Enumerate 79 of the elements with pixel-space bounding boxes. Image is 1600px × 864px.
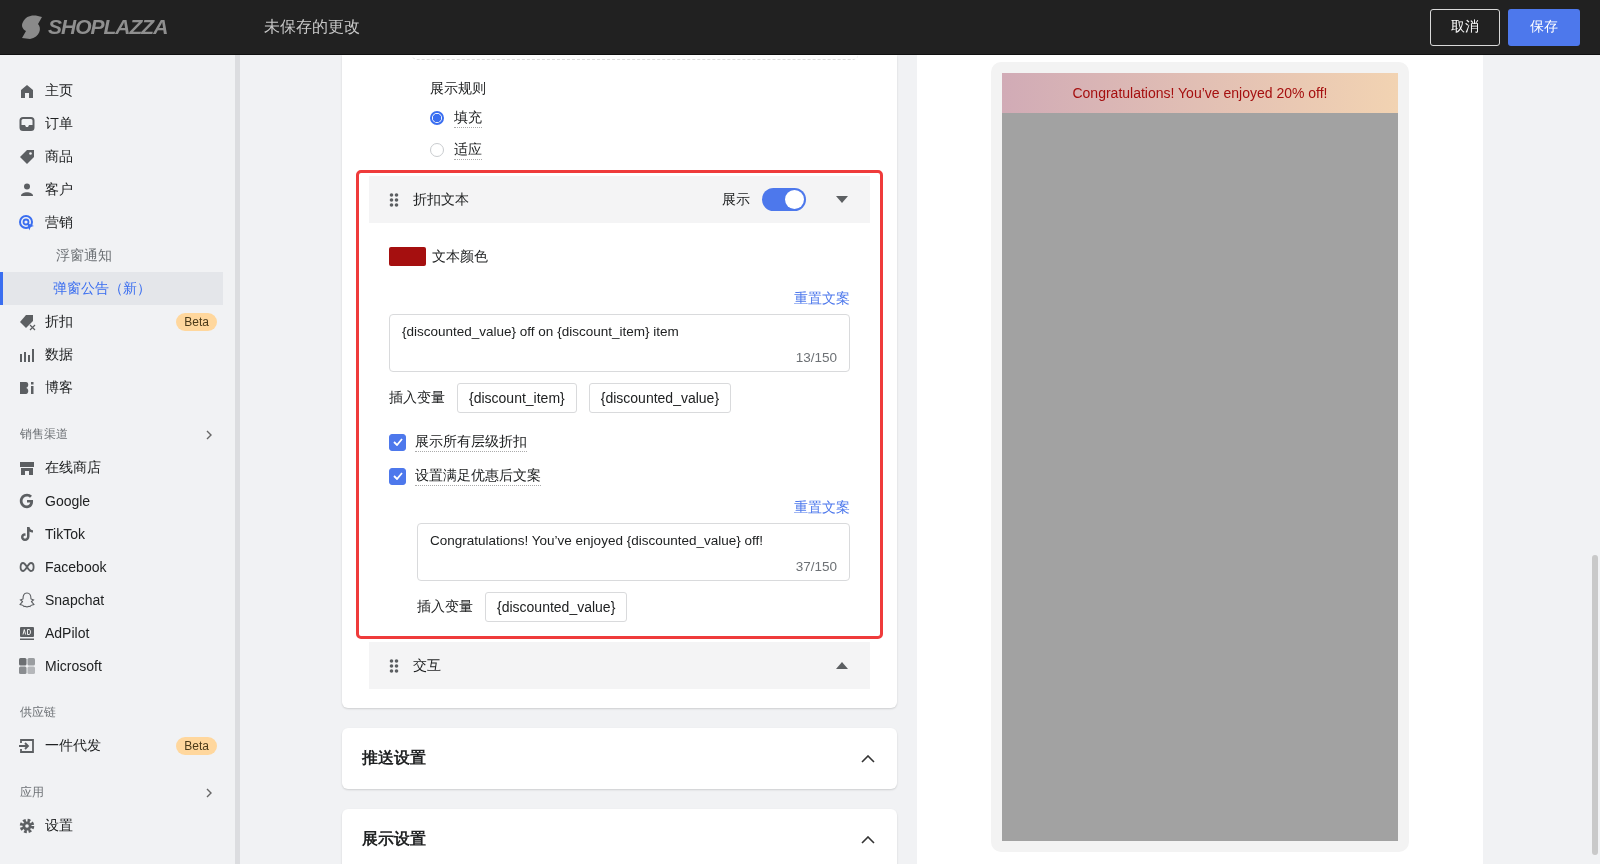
card-title: 展示设置 [362, 829, 426, 849]
nav-item[interactable]: 营销 [0, 206, 235, 239]
nav-section-title: 供应链 [20, 704, 56, 721]
gear-icon [18, 816, 36, 835]
nav-item[interactable]: 一件代发 Beta [0, 729, 235, 762]
reset-text-link[interactable]: 重置文案 [794, 499, 850, 517]
chevron-right-icon[interactable] [205, 428, 213, 441]
checkbox-label: 展示所有层级折扣 [415, 432, 527, 452]
discount-banner: Congratulations! You’ve enjoyed 20% off! [1002, 73, 1398, 113]
beta-badge: Beta [176, 312, 217, 331]
nav-item[interactable]: 订单 [0, 107, 235, 140]
text-area[interactable]: Congratulations! You’ve enjoyed {discounted_value} off! 37/150 [417, 523, 850, 581]
nav-item[interactable]: 设置 [0, 809, 235, 842]
radio-label: 适应 [454, 140, 482, 160]
nav-item[interactable]: 博客 [0, 371, 235, 404]
windows-icon [18, 656, 36, 675]
google-icon [18, 491, 36, 510]
nav-item[interactable]: 数据 [0, 338, 235, 371]
nav-item[interactable]: Microsoft [0, 649, 235, 682]
character-count: 37/150 [795, 559, 837, 574]
tag-icon [18, 147, 36, 166]
cancel-button[interactable]: 取消 [1430, 8, 1500, 46]
nav-section-title: 应用 [20, 784, 44, 801]
nav-item[interactable]: 折扣 Beta [0, 305, 235, 338]
character-count: 13/150 [795, 350, 837, 365]
logo-text: SHOPLAZZA [48, 15, 168, 39]
logo-icon [20, 14, 44, 40]
card-title: 推送设置 [362, 748, 426, 768]
color-label: 文本颜色 [432, 247, 488, 266]
check-icon [392, 472, 403, 480]
toggle-switch[interactable] [762, 188, 806, 211]
drag-handle-icon[interactable] [389, 191, 399, 208]
section-header[interactable]: 交互 [369, 642, 870, 689]
nav-item[interactable]: Google [0, 484, 235, 517]
chevron-up-icon[interactable] [861, 835, 875, 844]
radio-label: 填充 [454, 108, 482, 128]
section-title: 交互 [413, 656, 441, 675]
field-label: 展示规则 [430, 80, 487, 98]
variable-button[interactable]: {discounted_value} [485, 592, 628, 622]
inbox-icon [18, 114, 36, 133]
save-button[interactable]: 保存 [1508, 8, 1580, 46]
insert-variable-label: 插入变量 [389, 389, 445, 407]
import-icon [18, 736, 36, 755]
reset-text-link[interactable]: 重置文案 [794, 290, 850, 308]
insert-variable-label: 插入变量 [417, 598, 473, 616]
nav-item[interactable]: 商品 [0, 140, 235, 173]
nav-item[interactable]: 客户 [0, 173, 235, 206]
section-title: 折扣文本 [413, 190, 469, 209]
checkbox[interactable] [389, 467, 406, 485]
radio-button[interactable] [430, 143, 444, 157]
nav-subitem[interactable]: 浮窗通知 [8, 239, 223, 272]
drag-handle-icon[interactable] [389, 657, 399, 674]
check-icon [392, 438, 403, 446]
variable-button[interactable]: {discounted_value} [588, 383, 732, 413]
nav-item[interactable]: 主页 [0, 74, 235, 107]
variable-button[interactable]: {discount_item} [457, 383, 577, 413]
nav-item[interactable]: Snapchat [0, 583, 235, 616]
nav-section-title: 销售渠道 [20, 426, 68, 443]
chevron-up-icon[interactable] [861, 754, 875, 763]
checkbox[interactable] [389, 433, 406, 451]
nav-item[interactable]: Facebook [0, 550, 235, 583]
discount-icon [18, 312, 36, 331]
color-swatch[interactable] [389, 247, 426, 266]
note-icon [18, 524, 36, 543]
nav-item[interactable]: 在线商店 [0, 451, 235, 484]
unsaved-changes-title: 未保存的更改 [264, 16, 360, 37]
chevron-right-icon[interactable] [205, 786, 213, 799]
nav-subitem[interactable]: 弹窗公告（新） [0, 272, 223, 305]
nav-item[interactable]: AdPilot [0, 616, 235, 649]
caret-up-icon[interactable] [836, 662, 848, 669]
beta-badge: Beta [176, 736, 217, 755]
caret-down-icon[interactable] [836, 196, 848, 203]
text-area[interactable]: {discounted_value} off on {discount_item} item 13/150 [389, 314, 850, 372]
ghost-icon [18, 590, 36, 609]
radio-button[interactable] [430, 111, 444, 125]
checkbox-label: 设置满足优惠后文案 [415, 466, 541, 486]
nav-item[interactable]: TikTok [0, 517, 235, 550]
toggle-label: 展示 [722, 190, 750, 209]
section-header[interactable]: 折扣文本 展示 [369, 176, 870, 223]
